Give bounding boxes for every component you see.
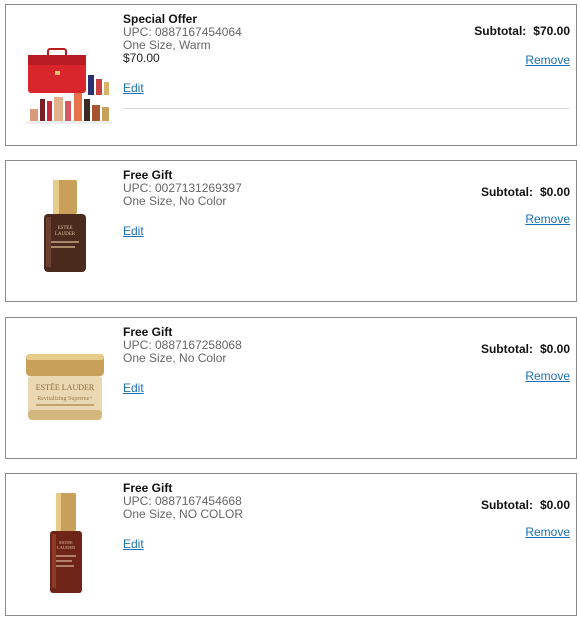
product-image[interactable]: ESTEE LAUDER <box>18 177 114 277</box>
product-image[interactable] <box>18 35 114 127</box>
subtotal-label: Subtotal: <box>474 24 527 38</box>
edit-link[interactable]: Edit <box>123 537 144 551</box>
item-details: Free Gift UPC: 0027131269397 One Size, N… <box>123 169 323 240</box>
subtotal: Subtotal: $0.00 <box>481 185 570 199</box>
item-details: Free Gift UPC: 0887167454668 One Size, N… <box>123 482 323 553</box>
subtotal-label: Subtotal: <box>480 342 533 356</box>
remove-link[interactable]: Remove <box>525 525 570 539</box>
subtotal: Subtotal: $70.00 <box>474 24 570 38</box>
item-price: $70.00 <box>123 51 160 65</box>
product-image[interactable]: ESTĒE LAUDER Revitalizing Supreme+ <box>18 348 114 432</box>
remove-link[interactable]: Remove <box>525 53 570 67</box>
svg-text:ESTEE: ESTEE <box>58 226 73 231</box>
serum-bottle-image: ESTEE LAUDER <box>44 180 86 272</box>
cart-item-free-gift: ESTEE LAUDER Free Gift UPC: 088716745466… <box>5 473 577 616</box>
subtotal-label: Subtotal: <box>480 185 533 199</box>
remove-link[interactable]: Remove <box>525 369 570 383</box>
edit-link[interactable]: Edit <box>123 381 144 395</box>
subtotal-value: $0.00 <box>539 185 570 199</box>
subtotal-value: $0.00 <box>539 342 570 356</box>
item-details: Special Offer UPC: 0887167454064 One Siz… <box>123 13 323 97</box>
remove-link[interactable]: Remove <box>525 212 570 226</box>
svg-text:LAUDER: LAUDER <box>57 545 75 550</box>
variant-text: One Size, No Color <box>123 351 227 365</box>
subtotal: Subtotal: $0.00 <box>481 498 570 512</box>
serum-bottle-image: ESTEE LAUDER <box>50 493 82 593</box>
subtotal: Subtotal: $0.00 <box>481 342 570 356</box>
variant-text: One Size, No Color <box>123 194 227 208</box>
item-details: Free Gift UPC: 0887167258068 One Size, N… <box>123 326 323 397</box>
cream-jar-image: ESTĒE LAUDER Revitalizing Supreme+ <box>26 354 104 420</box>
variant-text: One Size, NO COLOR <box>123 507 244 521</box>
product-image[interactable]: ESTEE LAUDER <box>18 490 114 598</box>
cart-item-free-gift: ESTĒE LAUDER Revitalizing Supreme+ Free … <box>5 317 577 459</box>
cart-item-special-offer: Special Offer UPC: 0887167454064 One Siz… <box>5 4 577 146</box>
svg-text:ESTĒE LAUDER: ESTĒE LAUDER <box>36 383 95 392</box>
subtotal-value: $70.00 <box>533 24 570 38</box>
edit-link[interactable]: Edit <box>123 224 144 238</box>
subtotal-label: Subtotal: <box>480 498 533 512</box>
cart-item-free-gift: ESTEE LAUDER Free Gift UPC: 002713126939… <box>5 160 577 302</box>
svg-text:LAUDER: LAUDER <box>55 232 76 237</box>
makeup-gift-set-image <box>26 48 112 124</box>
svg-text:Revitalizing Supreme+: Revitalizing Supreme+ <box>37 396 93 402</box>
item-divider <box>123 108 570 109</box>
edit-link[interactable]: Edit <box>123 81 144 95</box>
subtotal-value: $0.00 <box>539 498 570 512</box>
